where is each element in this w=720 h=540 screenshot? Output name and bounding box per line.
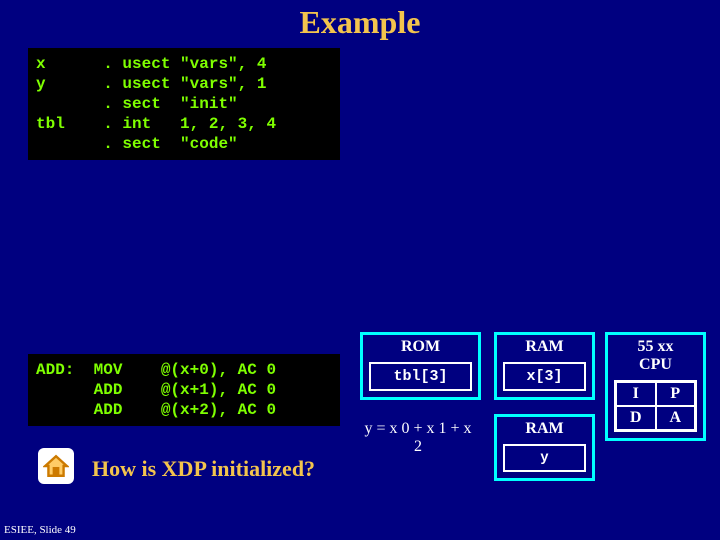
c2-r2-args: @(x+2), AC 0	[161, 401, 276, 419]
equation-text: y = x 0 + x 1 + x 2	[362, 420, 474, 456]
ram-cell: x[3]	[503, 362, 586, 391]
slide-footer: ESIEE, Slide 49	[4, 524, 76, 536]
asm-listing-declarations: x . usect "vars", 4 y . usect "vars", 1 …	[28, 48, 340, 160]
ram2-cell: y	[503, 444, 586, 472]
rom-cell: tbl[3]	[369, 362, 472, 391]
c1-r1-dir: . usect	[103, 75, 170, 93]
rom-header: ROM	[363, 335, 478, 362]
ram-y-box: RAM y	[494, 414, 595, 481]
c2-r1-args: @(x+1), AC 0	[161, 381, 276, 399]
c1-r0-args: "vars", 4	[180, 55, 266, 73]
c2-r0-args: @(x+0), AC 0	[161, 361, 276, 379]
ram2-header: RAM	[497, 417, 592, 444]
cpu-cell-i: I	[616, 382, 656, 406]
rom-box: ROM tbl[3]	[360, 332, 481, 400]
asm-listing-add-routine: ADD: MOV @(x+0), AC 0 ADD @(x+1), AC 0 A…	[28, 354, 340, 426]
c1-r4-dir: . sect	[103, 135, 161, 153]
c1-r2-args: "init"	[180, 95, 238, 113]
cpu-header: 55 xx CPU	[608, 335, 703, 380]
question-text: How is XDP initialized?	[92, 456, 315, 482]
c1-r3-args: 1, 2, 3, 4	[180, 115, 276, 133]
cpu-cell-p: P	[656, 382, 696, 406]
page-title: Example	[0, 0, 720, 41]
c1-r0-dir: . usect	[103, 55, 170, 73]
c1-r3-label: tbl	[36, 115, 65, 133]
c2-r0-op: MOV	[94, 361, 123, 379]
c1-r0-label: x	[36, 55, 46, 73]
c1-r4-args: "code"	[180, 135, 238, 153]
c2-r0-label: ADD:	[36, 361, 74, 379]
cpu-box: 55 xx CPU I P D A	[605, 332, 706, 441]
c1-r1-label: y	[36, 75, 46, 93]
cpu-cell-d: D	[616, 406, 656, 430]
c1-r3-dir: . int	[103, 115, 151, 133]
cpu-register-grid: I P D A	[614, 380, 697, 432]
c2-r2-op: ADD	[94, 401, 123, 419]
cpu-cell-a: A	[656, 406, 696, 430]
c1-r2-dir: . sect	[103, 95, 161, 113]
c1-r1-args: "vars", 1	[180, 75, 266, 93]
c2-r1-op: ADD	[94, 381, 123, 399]
ram-header: RAM	[497, 335, 592, 362]
ram-box: RAM x[3]	[494, 332, 595, 400]
home-icon	[38, 448, 74, 484]
